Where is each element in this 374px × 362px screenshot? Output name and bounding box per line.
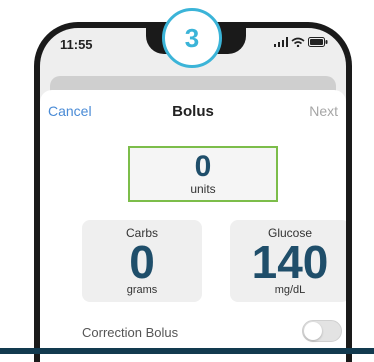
nav-bar: Cancel Bolus Next bbox=[40, 90, 346, 130]
glucose-unit: mg/dL bbox=[274, 284, 306, 296]
carbs-value: 0 bbox=[129, 236, 155, 288]
bottom-bar bbox=[0, 348, 374, 354]
bolus-amount-unit: units bbox=[190, 182, 216, 196]
correction-bolus-toggle[interactable] bbox=[302, 320, 342, 342]
signal-icon bbox=[274, 37, 288, 50]
phone-screen: 11:55 Cancel Bolus Next 0 units Carbs 0 … bbox=[40, 28, 346, 362]
step-number-badge: 3 bbox=[162, 8, 222, 68]
phone-frame: 11:55 Cancel Bolus Next 0 units Carbs 0 … bbox=[34, 22, 352, 362]
correction-bolus-label: Correction Bolus bbox=[82, 325, 179, 340]
carbs-card[interactable]: Carbs 0 grams bbox=[82, 220, 202, 302]
bolus-sheet: Cancel Bolus Next 0 units Carbs 0 grams … bbox=[40, 90, 346, 362]
glucose-value: 140 bbox=[251, 236, 329, 288]
glucose-card[interactable]: Glucose 140 mg/dL bbox=[230, 220, 346, 302]
wifi-icon bbox=[291, 37, 305, 50]
toggle-knob bbox=[304, 322, 322, 340]
next-button[interactable]: Next bbox=[309, 103, 338, 119]
status-icons bbox=[274, 37, 328, 50]
bolus-amount-value: 0 bbox=[194, 150, 212, 183]
page-title: Bolus bbox=[172, 103, 214, 120]
carbs-unit: grams bbox=[126, 284, 158, 296]
battery-icon bbox=[308, 37, 328, 50]
bolus-amount-field[interactable]: 0 units bbox=[128, 146, 278, 202]
status-time: 11:55 bbox=[60, 37, 93, 52]
